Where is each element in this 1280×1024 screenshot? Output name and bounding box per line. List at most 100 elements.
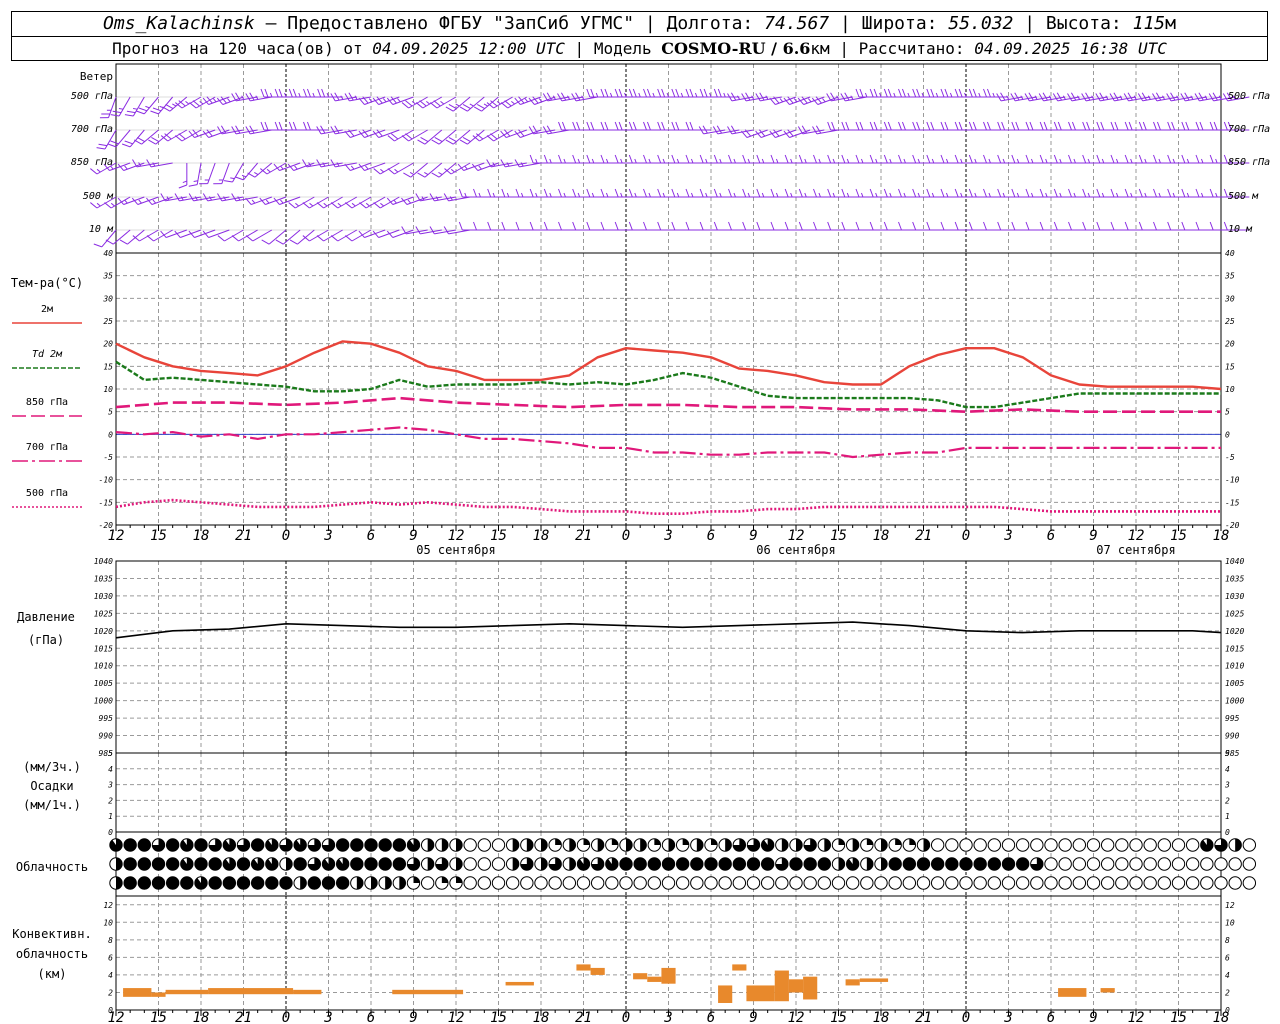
- wind-barb-feather: [813, 154, 817, 164]
- cloud-icon: [1001, 876, 1016, 890]
- y-tick-label-left: 990: [99, 732, 114, 741]
- wind-barb: [883, 221, 910, 231]
- wind-barb-feather: [614, 188, 619, 198]
- cloud-icon: [463, 876, 477, 890]
- cloud-icon: [619, 857, 633, 871]
- wind-barb-feather: [671, 154, 676, 164]
- y-tick-label-left: 5: [108, 408, 113, 417]
- wind-barb-half-feather: [1030, 158, 1034, 164]
- wind-barb-feather: [278, 88, 283, 98]
- y-tick-label-left: 6: [108, 953, 113, 962]
- wind-barb-feather: [1082, 154, 1087, 164]
- cloud-icon-outline: [463, 857, 477, 871]
- wind-barb-feather: [831, 121, 836, 131]
- wind-barb-feather: [405, 133, 413, 140]
- cloud-icon-outline: [1200, 876, 1214, 890]
- wind-barb-half-feather: [846, 192, 850, 198]
- cloud-icon-fill: [903, 857, 916, 871]
- wind-barb-half-feather: [988, 158, 991, 164]
- cloud-icon-outline: [902, 876, 917, 890]
- wind-barb-half-feather: [648, 192, 651, 198]
- wind-barb-half-feather: [152, 199, 157, 204]
- cloud-icon-outline: [888, 876, 902, 890]
- y-tick-label-right: 990: [1225, 732, 1240, 741]
- wind-barb-feather: [958, 88, 963, 98]
- cloud-icon: [874, 876, 888, 890]
- wind-barb: [1011, 221, 1037, 231]
- cloud-icon: [1044, 876, 1058, 890]
- wind-barb-feather: [756, 154, 761, 164]
- wind-barb-feather: [1001, 121, 1006, 131]
- wind-barb-half-feather: [464, 192, 467, 198]
- wind-barb: [926, 188, 952, 198]
- wind-barb-feather: [855, 221, 860, 231]
- wind-barb: [1124, 154, 1151, 164]
- cloud-icon: [661, 876, 676, 890]
- wind-barb-feather: [703, 88, 708, 98]
- wind-barb: [275, 229, 301, 245]
- cloud-icon-outline: [718, 876, 732, 890]
- wind-barb-feather: [518, 96, 525, 104]
- wind-barb-feather: [90, 168, 98, 175]
- wind-barb-staff: [438, 129, 457, 145]
- x-hour-label: 12: [788, 1010, 805, 1024]
- cloud-icon: [619, 838, 633, 852]
- wind-barb-feather: [543, 188, 548, 198]
- cloud-icon-outline: [973, 838, 987, 852]
- cloud-icon-outline: [1171, 857, 1186, 871]
- convective-bar: [1100, 988, 1115, 993]
- wind-barb: [685, 88, 711, 98]
- wind-barb-half-feather: [145, 105, 150, 109]
- wind-barb-feather: [671, 221, 676, 231]
- wind-barb: [997, 188, 1023, 198]
- wind-barb-feather: [501, 188, 506, 198]
- wind-barb: [827, 221, 853, 231]
- cloud-icon: [888, 876, 902, 890]
- cloud-icon: [675, 857, 690, 871]
- wind-barb-feather: [1110, 221, 1115, 231]
- cloud-icon: [378, 857, 392, 871]
- wind-barb: [954, 121, 981, 131]
- cloud-icon-fill: [152, 857, 165, 871]
- wind-barb-half-feather: [964, 92, 967, 98]
- cloud-icon-fill: [456, 857, 463, 871]
- wind-barb-half-feather: [1006, 95, 1010, 100]
- x-hour-label: 6: [1047, 528, 1055, 544]
- wind-barb-staff: [141, 129, 159, 145]
- cloud-icon-fill: [704, 857, 718, 871]
- wind-barb-feather: [104, 202, 112, 209]
- wind-barb-half-feather: [903, 192, 906, 198]
- wind-barb-feather: [1068, 121, 1072, 131]
- x-hour-label: 12: [108, 528, 125, 544]
- cloud-icon: [321, 876, 336, 890]
- wind-barb: [798, 221, 825, 231]
- wind-barb-feather: [827, 188, 832, 198]
- cloud-icon: [831, 838, 846, 852]
- wind-barb-feather: [685, 188, 690, 198]
- cloud-icon: [208, 838, 222, 852]
- wind-barb-feather: [1043, 121, 1048, 131]
- wind-barb-feather: [586, 88, 591, 98]
- y-tick-label-left: -5: [103, 453, 113, 462]
- pressure-unit: (гПа): [28, 633, 64, 647]
- wind-barb: [827, 121, 853, 131]
- cloud-icon-fill: [852, 838, 859, 852]
- cloud-icon-outline: [690, 876, 704, 890]
- wind-barb-feather: [883, 121, 888, 131]
- wind-barb-feather: [1124, 221, 1129, 231]
- wind-barb-feather: [901, 121, 906, 131]
- y-tick-label-right: 4: [1225, 765, 1230, 774]
- wind-barb-feather: [1153, 154, 1157, 164]
- wind-barb-feather: [685, 154, 690, 164]
- wind-barb: [614, 88, 641, 98]
- wind-barb: [1153, 221, 1179, 231]
- wind-barb: [558, 221, 584, 231]
- wind-barb-half-feather: [1200, 158, 1204, 164]
- cloud-icon-fill: [413, 876, 420, 883]
- legend-label-0: 2м: [41, 304, 53, 315]
- wind-barb: [1053, 154, 1080, 164]
- wind-barb: [1181, 188, 1207, 198]
- wind-barb-feather: [390, 133, 399, 140]
- cloud-icon: [392, 876, 407, 890]
- wind-barb-feather: [1167, 221, 1172, 231]
